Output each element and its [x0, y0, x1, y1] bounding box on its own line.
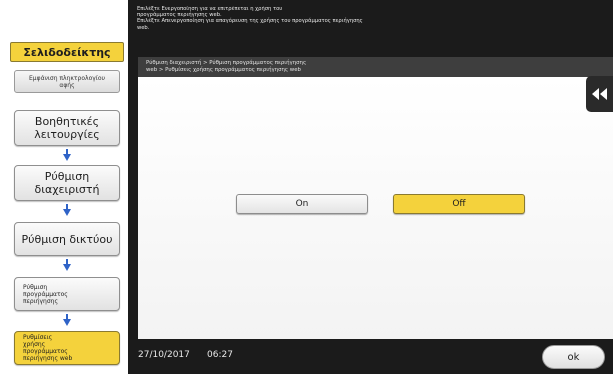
- ok-button[interactable]: ok: [542, 345, 605, 369]
- instruction-line: web.: [137, 24, 150, 31]
- step-administrator-settings[interactable]: Ρύθμιση διαχειριστή: [14, 165, 120, 201]
- on-button[interactable]: On: [236, 194, 368, 214]
- main-area: Επιλέξτε Ενεργοποίηση για να επιτρέπεται…: [128, 0, 613, 374]
- instruction-text: Επιλέξτε Ενεργοποίηση για να επιτρέπεται…: [137, 6, 597, 34]
- control-panel-screen: Σελιδοδείκτης Εμφάνιση πληκτρολογίου αφή…: [0, 0, 613, 374]
- breadcrumb: Ρύθμιση διαχειριστή > Ρύθμιση προγράμματ…: [138, 57, 613, 77]
- step-network-settings[interactable]: Ρύθμιση δικτύου: [14, 222, 120, 256]
- step-browser-settings[interactable]: Ρύθμιση προγράμματος περιήγησης: [14, 277, 120, 311]
- bookmark-tab[interactable]: Σελιδοδείκτης: [10, 42, 124, 62]
- off-button[interactable]: Off: [393, 194, 525, 214]
- time-text: 06:27: [207, 350, 233, 360]
- arrow-down-icon: [63, 204, 71, 216]
- breadcrumb-line: Ρύθμιση διαχειριστή > Ρύθμιση προγράμματ…: [146, 60, 307, 66]
- arrow-down-icon: [63, 314, 71, 326]
- double-chevron-left-icon: [591, 88, 607, 100]
- arrow-down-icon: [63, 259, 71, 271]
- left-navigation-panel: Σελιδοδείκτης Εμφάνιση πληκτρολογίου αφή…: [0, 0, 127, 374]
- step-network-settings-label: Ρύθμιση δικτύου: [21, 232, 113, 246]
- step-utility-label: Βοηθητικές λειτουργίες: [34, 115, 100, 141]
- step-browser-usage-settings-label: Ρυθμίσεις χρήσης προγράμματος περιήγησης…: [23, 334, 73, 362]
- datetime-display: 27/10/2017 06:27: [138, 350, 233, 360]
- step-administrator-settings-label: Ρύθμιση διαχειριστή: [34, 170, 100, 196]
- settings-panel: Ρύθμιση διαχειριστή > Ρύθμιση προγράμματ…: [138, 57, 613, 339]
- panel-body: [138, 77, 613, 339]
- step-browser-usage-settings[interactable]: Ρυθμίσεις χρήσης προγράμματος περιήγησης…: [14, 331, 120, 365]
- collapse-panel-button[interactable]: [586, 76, 613, 112]
- arrow-down-icon: [63, 149, 71, 161]
- breadcrumb-line: web > Ρυθμίσεις χρήσης προγράμματος περι…: [146, 66, 301, 73]
- status-bar: 27/10/2017 06:27 ok: [128, 340, 613, 374]
- step-browser-settings-label: Ρύθμιση προγράμματος περιήγησης: [23, 283, 68, 305]
- touch-keyboard-button[interactable]: Εμφάνιση πληκτρολογίου αφής: [14, 70, 120, 93]
- step-utility[interactable]: Βοηθητικές λειτουργίες: [14, 110, 120, 146]
- date-text: 27/10/2017: [138, 350, 190, 360]
